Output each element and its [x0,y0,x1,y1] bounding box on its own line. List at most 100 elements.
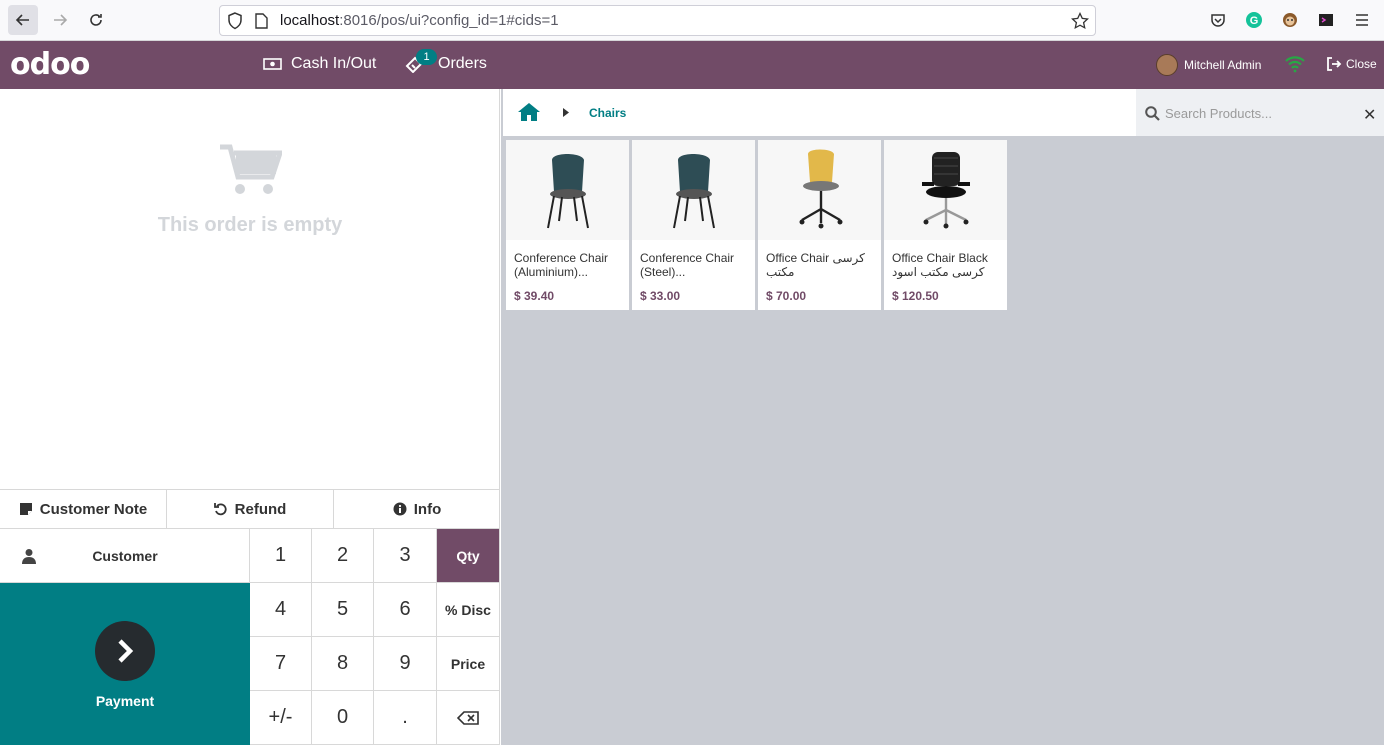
caret-right-icon [563,108,569,117]
refund-label: Refund [234,500,287,518]
product-image [632,140,755,240]
star-icon[interactable] [1071,12,1089,30]
pocket-icon[interactable] [1208,10,1228,30]
numpad-key-3[interactable]: 3 [374,529,437,583]
money-icon [263,58,282,70]
product-price: $ 39.40 [514,289,555,303]
customer-label: Customer [92,548,158,564]
close-button[interactable]: Close [1326,57,1377,71]
product-price: $ 33.00 [640,289,681,303]
reload-button[interactable] [81,5,111,35]
sign-out-icon [1327,57,1342,71]
refund-button[interactable]: Refund [167,490,334,528]
svg-text:G: G [1250,15,1259,27]
numpad-key-1[interactable]: 1 [250,529,312,583]
backspace-icon [457,710,479,725]
orders-count-badge: 1 [416,49,437,65]
mode-discount-button[interactable]: % Disc [437,583,500,637]
chair-image [921,152,970,229]
undo-icon [213,502,228,516]
numpad-key-6[interactable]: 6 [374,583,437,637]
browser-toolbar: localhost:8016/pos/ui?config_id=1#cids=1… [0,0,1384,41]
order-pane: This order is empty Customer Note Refund… [0,89,500,745]
search-icon [1145,106,1160,121]
orders-button[interactable]: 1 Orders [405,49,487,73]
grammarly-icon[interactable]: G [1244,10,1264,30]
numpad-key-0[interactable]: 0 [312,691,374,745]
product-image [506,140,629,240]
mode-qty-button[interactable]: Qty [437,529,500,583]
product-name: Conference Chair (Aluminium)... [514,251,609,279]
info-icon [393,502,407,516]
product-image [758,140,881,240]
search-input[interactable] [1165,103,1355,123]
reload-icon [90,14,102,26]
back-button[interactable] [8,5,38,35]
home-icon[interactable] [517,102,541,122]
numpad-key-4[interactable]: 4 [250,583,312,637]
forward-button[interactable] [45,5,75,35]
product-name: Office Chair كرسی مکتب [766,251,865,279]
products-pane: Chairs ✕ Conference Chair (Aluminium)...… [501,89,1384,745]
product-price: $ 70.00 [766,289,807,303]
info-button[interactable]: Info [334,490,500,528]
chevron-right-icon [118,639,134,663]
chair-image [799,149,842,229]
control-buttons: Customer Note Refund Info [0,489,500,529]
url-host: localhost [280,12,340,29]
cash-in-out-label: Cash In/Out [291,55,377,72]
chair-image [546,154,589,229]
menu-icon[interactable] [1352,10,1372,30]
customer-note-button[interactable]: Customer Note [0,490,167,528]
empty-order-text: This order is empty [157,214,343,236]
numpad-key-2[interactable]: 2 [312,529,374,583]
pos-header: odoo Cash In/Out 1 Orders Mitchell Admin… [0,41,1384,89]
wifi-icon[interactable] [1284,55,1306,78]
sticky-note-icon [19,502,33,516]
product-card[interactable]: Office Chair كرسی مکتب $ 70.00 [758,140,881,310]
product-name: Conference Chair (Steel)... [640,251,735,279]
monkey-extension-icon[interactable] [1280,10,1300,30]
payment-arrow [95,621,155,681]
page-icon[interactable] [255,13,268,29]
clear-search-icon[interactable]: ✕ [1363,105,1376,125]
user-name: Mitchell Admin [1184,58,1262,72]
numpad-key-8[interactable]: 8 [312,637,374,691]
info-label: Info [413,500,442,518]
mode-price-button[interactable]: Price [437,637,500,691]
terminal-extension-icon[interactable] [1316,10,1336,30]
breadcrumb-chairs[interactable]: Chairs [589,106,626,120]
product-list: Conference Chair (Aluminium)... $ 39.40 Co… [506,140,1010,310]
close-label: Close [1346,57,1377,71]
numpad-key-5[interactable]: 5 [312,583,374,637]
product-name: Office Chair Black كرسی مکتب اسود [892,251,988,279]
search-box: ✕ [1136,89,1384,136]
product-card[interactable]: Conference Chair (Aluminium)... $ 39.40 [506,140,629,310]
numpad-key-decimal[interactable]: . [374,691,437,745]
product-card[interactable]: Office Chair Black كرسی مکتب اسود $ 120.5… [884,140,1007,310]
arrow-right-icon [54,14,68,26]
chair-image [672,154,715,229]
cash-in-out-button[interactable]: Cash In/Out [263,55,376,73]
customer-button[interactable]: Customer [0,529,250,583]
numpad-key-9[interactable]: 9 [374,637,437,691]
payment-label: Payment [95,693,155,709]
avatar [1156,54,1178,76]
url-bar[interactable]: localhost:8016/pos/ui?config_id=1#cids=1 [219,5,1096,36]
product-card[interactable]: Conference Chair (Steel)... $ 33.00 [632,140,755,310]
product-price: $ 120.50 [892,289,939,303]
numpad-key-plus-minus[interactable]: +/- [250,691,312,745]
url-text[interactable]: localhost:8016/pos/ui?config_id=1#cids=1 [280,12,559,29]
backspace-button[interactable] [437,691,500,745]
odoo-logo: odoo [10,47,90,82]
arrow-left-icon [15,14,29,26]
orders-label: Orders [438,55,487,72]
shield-icon[interactable] [227,12,243,30]
user-menu[interactable]: Mitchell Admin [1156,54,1261,76]
product-image [884,140,1007,240]
url-path: :8016/pos/ui?config_id=1#cids=1 [339,12,559,29]
payment-button[interactable]: Payment [0,583,250,745]
numpad-key-7[interactable]: 7 [250,637,312,691]
shopping-cart-icon [220,144,282,194]
numpad: 1 2 3 Qty 4 5 6 % Disc 7 8 9 Price +/- 0… [250,529,500,745]
